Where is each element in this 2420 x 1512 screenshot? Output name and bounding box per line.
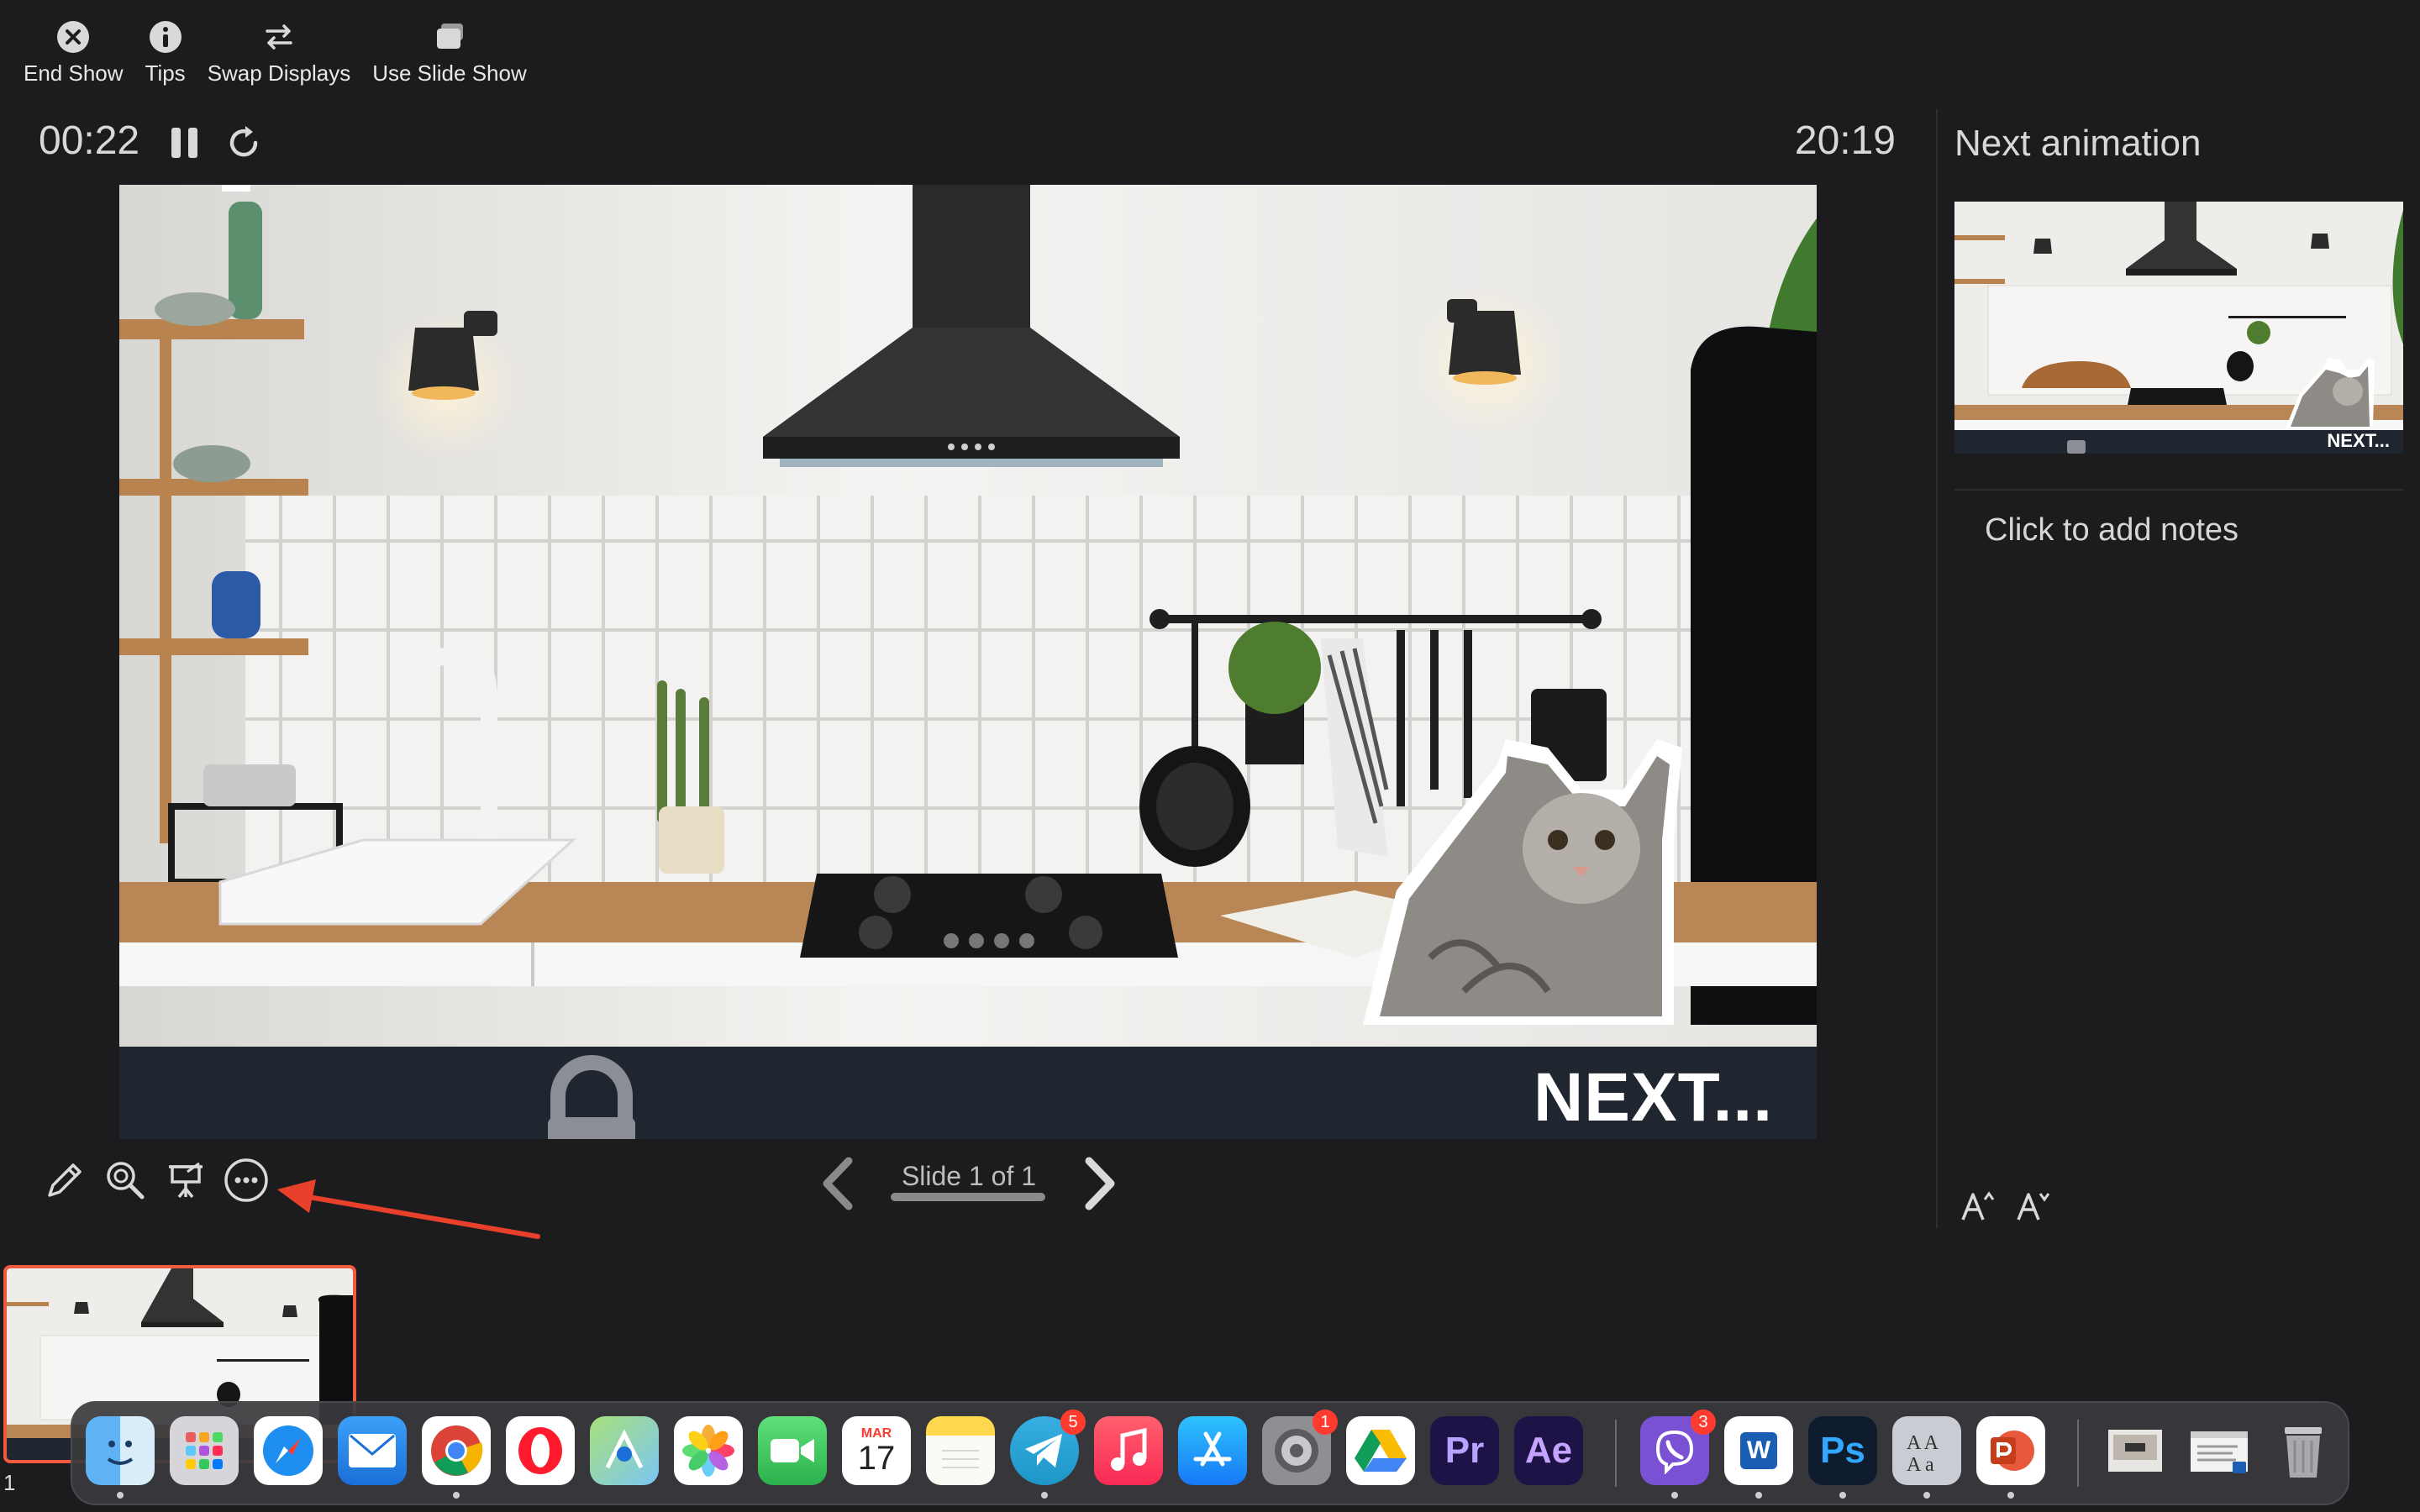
dock-running-dot xyxy=(1041,1492,1048,1499)
dock-running-dot xyxy=(2007,1492,2014,1499)
dock-maps-icon[interactable] xyxy=(590,1416,659,1485)
restart-icon[interactable] xyxy=(224,123,264,163)
dock-running-dot xyxy=(1839,1492,1846,1499)
dock-photoshop-icon[interactable]: Ps xyxy=(1808,1416,1877,1499)
swap-displays-label: Swap Displays xyxy=(207,60,351,86)
after-effects-label: Ae xyxy=(1524,1430,1573,1471)
dock-opera-icon[interactable] xyxy=(506,1416,575,1485)
dock-system-settings-icon[interactable]: 1 xyxy=(1262,1410,1338,1485)
settings-badge: 1 xyxy=(1313,1410,1338,1435)
swap-displays-button[interactable]: Swap Displays xyxy=(207,18,351,94)
dock-after-effects-icon[interactable]: Ae xyxy=(1514,1416,1583,1485)
use-slide-show-button[interactable]: Use Slide Show xyxy=(372,18,527,94)
svg-text:A a: A a xyxy=(1907,1454,1934,1476)
photoshop-label: Ps xyxy=(1820,1430,1865,1471)
dock-recent-document-icon[interactable] xyxy=(2101,1416,2170,1485)
telegram-badge: 5 xyxy=(1060,1410,1086,1435)
tips-button[interactable]: Tips xyxy=(145,18,186,94)
dock-running-dot xyxy=(1755,1492,1762,1499)
filmstrip-slide-number: 1 xyxy=(3,1470,16,1495)
red-arrow-annotation-icon xyxy=(277,1179,540,1239)
close-circle-icon xyxy=(55,18,92,55)
premiere-label: Pr xyxy=(1444,1430,1485,1471)
pause-icon[interactable] xyxy=(168,124,202,161)
dock-running-dot xyxy=(1671,1492,1678,1499)
dock-google-drive-icon[interactable] xyxy=(1346,1416,1415,1485)
presenter-toolbar: End Show Tips Swap Displays Use Slide Sh… xyxy=(24,18,527,94)
slide-counter: Slide 1 of 1 xyxy=(901,1161,1037,1191)
dock-font-book-icon[interactable]: A AA a xyxy=(1892,1416,1961,1499)
end-show-button[interactable]: End Show xyxy=(24,18,124,94)
next-slide-chevron-icon[interactable] xyxy=(1076,1154,1123,1213)
dock-powerpoint-icon[interactable] xyxy=(1976,1416,2045,1499)
increase-font-icon[interactable] xyxy=(1958,1186,1996,1225)
use-slide-show-label: Use Slide Show xyxy=(372,60,527,86)
presentation-pointer-icon[interactable] xyxy=(161,1156,210,1205)
dock-notes-icon[interactable] xyxy=(926,1416,995,1485)
dock-viber-icon[interactable]: 3 xyxy=(1640,1410,1716,1499)
dock-launchpad-icon[interactable] xyxy=(170,1416,239,1485)
dock-premiere-icon[interactable]: Pr xyxy=(1430,1416,1499,1485)
previous-slide-chevron-icon[interactable] xyxy=(815,1154,862,1213)
decrease-font-icon[interactable] xyxy=(2013,1186,2052,1225)
slide-scrub-bar[interactable] xyxy=(891,1193,1045,1201)
elapsed-timer: 00:22 xyxy=(39,118,140,163)
dock-mail-icon[interactable] xyxy=(338,1416,407,1485)
kitchen-scene-illustration xyxy=(119,185,1817,1139)
dock-finder-icon[interactable] xyxy=(86,1416,155,1499)
dock-separator xyxy=(1615,1420,1617,1487)
swap-arrows-icon xyxy=(260,18,297,55)
zoom-icon[interactable] xyxy=(101,1156,150,1205)
dock-running-dot xyxy=(453,1492,460,1499)
viber-badge: 3 xyxy=(1691,1410,1716,1435)
dock-app-store-icon[interactable] xyxy=(1178,1416,1247,1485)
dock-telegram-icon[interactable]: 5 xyxy=(1010,1410,1086,1499)
thumb-next-text: NEXT... xyxy=(2327,430,2390,451)
dock-music-icon[interactable] xyxy=(1094,1416,1163,1485)
next-animation-title: Next animation xyxy=(1954,123,2202,164)
dock-photos-icon[interactable] xyxy=(674,1416,743,1485)
notes-field[interactable]: Click to add notes xyxy=(1985,512,2238,549)
dock-facetime-icon[interactable] xyxy=(758,1416,827,1485)
slide-next-text: NEXT... xyxy=(1534,1059,1773,1136)
current-slide[interactable]: NEXT... xyxy=(119,185,1817,1139)
word-label: W xyxy=(1746,1436,1771,1464)
dock-calendar-icon[interactable]: MAR 17 xyxy=(842,1416,911,1485)
slide-tools xyxy=(40,1156,271,1205)
panel-divider xyxy=(1936,109,1938,1228)
slide-show-icon xyxy=(431,18,468,55)
dock-running-dot xyxy=(117,1492,124,1499)
tips-label: Tips xyxy=(145,60,186,86)
svg-text:A A: A A xyxy=(1907,1432,1939,1454)
info-icon xyxy=(147,18,184,55)
end-show-label: End Show xyxy=(24,60,124,86)
pen-icon[interactable] xyxy=(40,1156,89,1205)
dock-chrome-icon[interactable] xyxy=(422,1416,491,1499)
dock-trash-icon[interactable] xyxy=(2269,1416,2338,1485)
next-animation-thumbnail: NEXT... xyxy=(1954,202,2403,454)
calendar-day: 17 xyxy=(857,1440,896,1477)
macos-dock: MAR 17 5 1 Pr Ae 3 W Ps A A A a xyxy=(71,1401,2349,1505)
dock-safari-icon[interactable] xyxy=(254,1416,323,1485)
notes-divider xyxy=(1954,489,2403,491)
current-time: 20:19 xyxy=(1794,118,1896,163)
dock-recent-window-icon[interactable] xyxy=(2185,1416,2254,1485)
dock-word-icon[interactable]: W xyxy=(1724,1416,1793,1499)
dock-running-dot xyxy=(1923,1492,1930,1499)
dock-separator xyxy=(2077,1420,2079,1487)
